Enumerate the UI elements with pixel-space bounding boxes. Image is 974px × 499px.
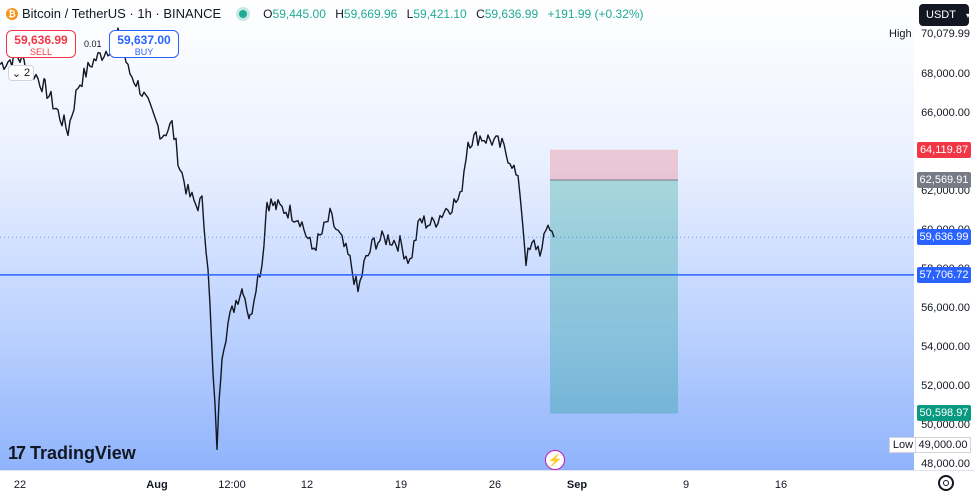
buy-button[interactable]: 59,637.00 BUY — [109, 30, 179, 58]
tradingview-logo[interactable]: 17 TradingView — [8, 443, 136, 464]
time-tick-label: 19 — [394, 479, 408, 491]
price-tick-label: 70,079.99 — [921, 27, 970, 40]
price-tick-label: 54,000.00 — [921, 341, 970, 354]
currency-selector-button[interactable]: USDT ▾ — [919, 4, 970, 26]
time-tick-label: 9 — [682, 479, 690, 491]
ohlc-values: O59,445.00 H59,669.96 L59,421.10 C59,636… — [263, 6, 644, 21]
price-tag-stop[interactable]: 64,119.87 — [917, 141, 971, 158]
price-tick-label: 68,000.00 — [921, 68, 970, 81]
indicators-toggle-button[interactable]: ⌄ 2 — [8, 65, 34, 81]
position-reward-zone — [550, 180, 678, 414]
caret-down-icon: ▾ — [965, 10, 970, 20]
time-tick-label: 16 — [774, 479, 788, 491]
settings-icon[interactable] — [938, 475, 954, 491]
close-value: 59,636.99 — [484, 6, 539, 21]
time-tick-label: Aug — [146, 479, 168, 491]
chart-area[interactable]: ₿ Bitcoin / TetherUS · 1h · BINANCE O59,… — [0, 0, 914, 470]
low-value-label: 49,000.00 — [915, 436, 971, 453]
price-tick-label: 52,000.00 — [921, 380, 970, 393]
time-axis[interactable]: 22 Aug 12:00 12 19 26 Sep 9 16 — [0, 470, 974, 499]
market-open-icon — [239, 9, 248, 18]
price-tag-current[interactable]: 59,636.99 — [917, 229, 971, 246]
price-tick-label: 66,000.00 — [921, 107, 970, 120]
flash-icon[interactable]: ⚡ — [545, 450, 565, 470]
tradingview-logo-text: TradingView — [30, 443, 136, 463]
price-tag-target[interactable]: 50,598.97 — [917, 405, 971, 422]
time-tick-label: 12 — [300, 479, 314, 491]
high-label: High — [889, 27, 912, 40]
sell-price: 59,636.99 — [14, 33, 68, 47]
tradingview-logo-icon: 17 — [8, 443, 26, 463]
change-value: +191.99 (+0.32%) — [547, 6, 644, 21]
price-series-line — [0, 27, 555, 451]
chevron-down-icon: ⌄ — [11, 67, 22, 80]
time-tick-label: Sep — [566, 479, 588, 491]
time-tick-label: 26 — [488, 479, 502, 491]
price-tick-label: 48,000.00 — [921, 458, 970, 471]
indicator-count: 2 — [24, 67, 31, 79]
low-value: 59,421.10 — [413, 6, 467, 21]
high-value: 59,669.96 — [343, 6, 398, 21]
price-tag-line[interactable]: 57,706.72 — [917, 266, 971, 283]
time-tick-label: 22 — [13, 479, 27, 491]
open-value: 59,445.00 — [272, 6, 326, 21]
buy-label: BUY — [134, 47, 154, 57]
lot-size: 0.01 — [84, 39, 102, 49]
buy-price: 59,637.00 — [117, 33, 171, 47]
time-tick-label: 12:00 — [218, 479, 246, 491]
symbol-legend: ₿ Bitcoin / TetherUS · 1h · BINANCE O59,… — [6, 6, 650, 21]
symbol-title[interactable]: Bitcoin / TetherUS · 1h · BINANCE — [22, 6, 221, 21]
sell-label: SELL — [29, 47, 53, 57]
currency-label: USDT — [926, 9, 956, 21]
sell-button[interactable]: 59,636.99 SELL — [6, 30, 76, 58]
price-tag-entry[interactable]: 62,569.91 — [917, 172, 971, 188]
bitcoin-icon: ₿ — [6, 7, 18, 20]
position-risk-zone — [550, 149, 678, 181]
chart-canvas[interactable] — [0, 0, 914, 470]
low-label: Low — [889, 436, 917, 453]
price-tick-label: 56,000.00 — [921, 302, 970, 315]
